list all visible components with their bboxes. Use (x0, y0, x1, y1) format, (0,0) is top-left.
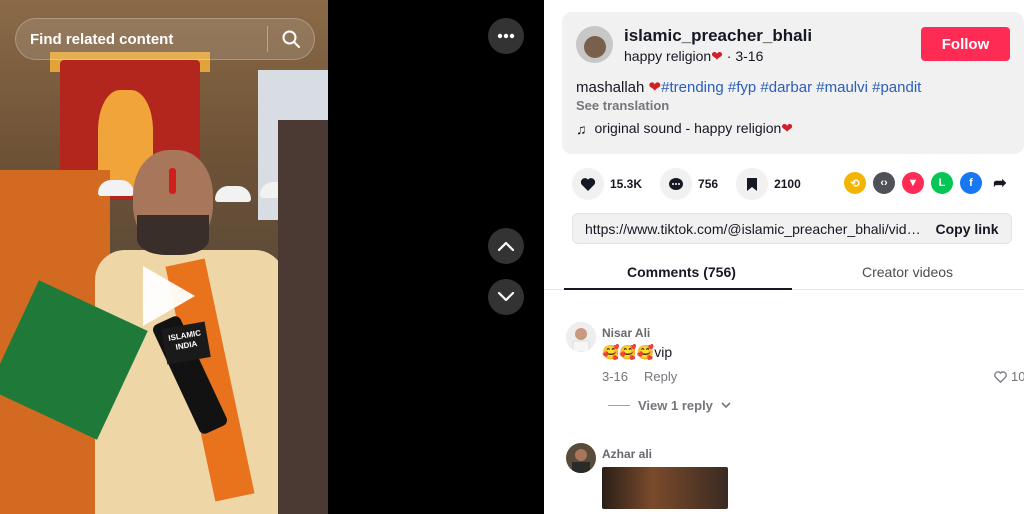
commenter-name[interactable]: Azhar ali (602, 447, 652, 461)
hashtag[interactable]: #fyp (728, 79, 756, 96)
copy-link-button[interactable]: Copy link (923, 221, 1011, 237)
tilak (169, 168, 176, 194)
comment-date: 3-16 (602, 369, 629, 384)
search-bar[interactable]: Find related content (15, 18, 315, 60)
save-action[interactable]: 2100 (736, 168, 801, 200)
heart-icon[interactable] (572, 168, 604, 200)
details-panel: islamic_preacher_bhali happy religion❤ ·… (544, 0, 1024, 514)
chevron-up-icon (497, 241, 515, 252)
video-info-card: islamic_preacher_bhali happy religion❤ ·… (562, 12, 1024, 154)
save-count: 2100 (774, 177, 801, 191)
comment-count: 756 (698, 177, 719, 191)
author-username[interactable]: islamic_preacher_bhali (624, 26, 812, 46)
video-pane: ISLAMIC INDIA Find related content (0, 0, 544, 514)
follow-button[interactable]: Follow (921, 27, 1010, 61)
beard (137, 215, 209, 255)
reply-button[interactable]: Reply (644, 369, 677, 384)
tab-creator-videos[interactable]: Creator videos (862, 264, 953, 280)
commenter-avatar[interactable] (566, 322, 596, 352)
send-icon[interactable]: ▼ (902, 172, 924, 194)
caption: mashallah ❤#trending #fyp #darbar #maulv… (576, 78, 921, 96)
hashtag[interactable]: #trending (661, 79, 724, 96)
commenter-avatar[interactable] (566, 443, 596, 473)
post-date: 3-16 (735, 48, 764, 64)
more-options-button[interactable] (488, 18, 524, 54)
video-url[interactable]: https://www.tiktok.com/@islamic_preacher… (573, 221, 923, 237)
caption-text: mashallah (576, 79, 645, 96)
heart-emoji-icon: ❤ (711, 48, 723, 64)
see-translation-link[interactable]: See translation (576, 98, 669, 113)
bookmark-icon[interactable] (736, 168, 769, 200)
search-icon[interactable] (268, 18, 314, 60)
heart-outline-icon (994, 370, 1007, 383)
action-bar: 15.3K 756 2100 (572, 168, 819, 200)
divider (608, 405, 630, 406)
mic-label: ISLAMIC INDIA (161, 321, 211, 365)
facebook-icon[interactable]: f (960, 172, 982, 194)
author-avatar[interactable] (576, 26, 613, 63)
music-note-icon: ♫ (576, 120, 587, 137)
comment-meta: 3-16 Reply (602, 369, 677, 384)
heart-emoji-icon: ❤ (781, 120, 794, 136)
avatar-face (584, 36, 606, 58)
comment-icon[interactable] (660, 168, 693, 200)
play-icon[interactable] (143, 266, 195, 326)
view-replies-label: View 1 reply (638, 398, 713, 413)
hashtag[interactable]: #pandit (872, 79, 921, 96)
heart-emoji-icon: ❤ (648, 79, 662, 96)
hashtag[interactable]: #maulvi (816, 79, 868, 96)
video-player[interactable]: ISLAMIC INDIA Find related content (0, 0, 328, 514)
comment-like-count: 10 (1011, 369, 1024, 384)
comment-text: 🥰🥰🥰vip (602, 344, 673, 360)
comment-image[interactable] (602, 467, 728, 509)
tabs: Comments (756) Creator videos (544, 256, 1024, 290)
like-count: 15.3K (610, 177, 643, 191)
previous-video-button[interactable] (488, 228, 524, 264)
forward-icon[interactable]: ➦ (989, 172, 1011, 194)
reporter (278, 120, 328, 514)
repost-icon[interactable]: ⟲ (844, 172, 866, 194)
search-input[interactable]: Find related content (16, 31, 267, 48)
view-replies-button[interactable]: View 1 reply (608, 398, 731, 413)
commenter-name[interactable]: Nisar Ali (602, 326, 650, 340)
embed-icon[interactable]: ‹› (873, 172, 895, 194)
author-subline: happy religion❤ · 3-16 (624, 48, 763, 65)
author-nickname: happy religion (624, 48, 712, 64)
share-icons: ⟲ ‹› ▼ L f ➦ (844, 172, 1011, 194)
comment-like[interactable]: 10 (994, 369, 1024, 384)
chevron-down-icon (721, 402, 731, 409)
comment-action[interactable]: 756 (660, 168, 718, 200)
next-video-button[interactable] (488, 279, 524, 315)
copy-link-box: https://www.tiktok.com/@islamic_preacher… (572, 213, 1012, 244)
more-icon (497, 33, 515, 39)
sound-link[interactable]: ♫ original sound - happy religion❤ (576, 120, 793, 137)
sound-label: original sound - happy religion (594, 120, 782, 136)
tab-comments[interactable]: Comments (756) (627, 264, 736, 280)
like-action[interactable]: 15.3K (572, 168, 642, 200)
tab-underline (564, 288, 792, 290)
app-root: ISLAMIC INDIA Find related content islam… (0, 0, 1024, 514)
line-icon[interactable]: L (931, 172, 953, 194)
hashtag[interactable]: #darbar (760, 79, 812, 96)
chevron-down-icon (497, 291, 515, 302)
